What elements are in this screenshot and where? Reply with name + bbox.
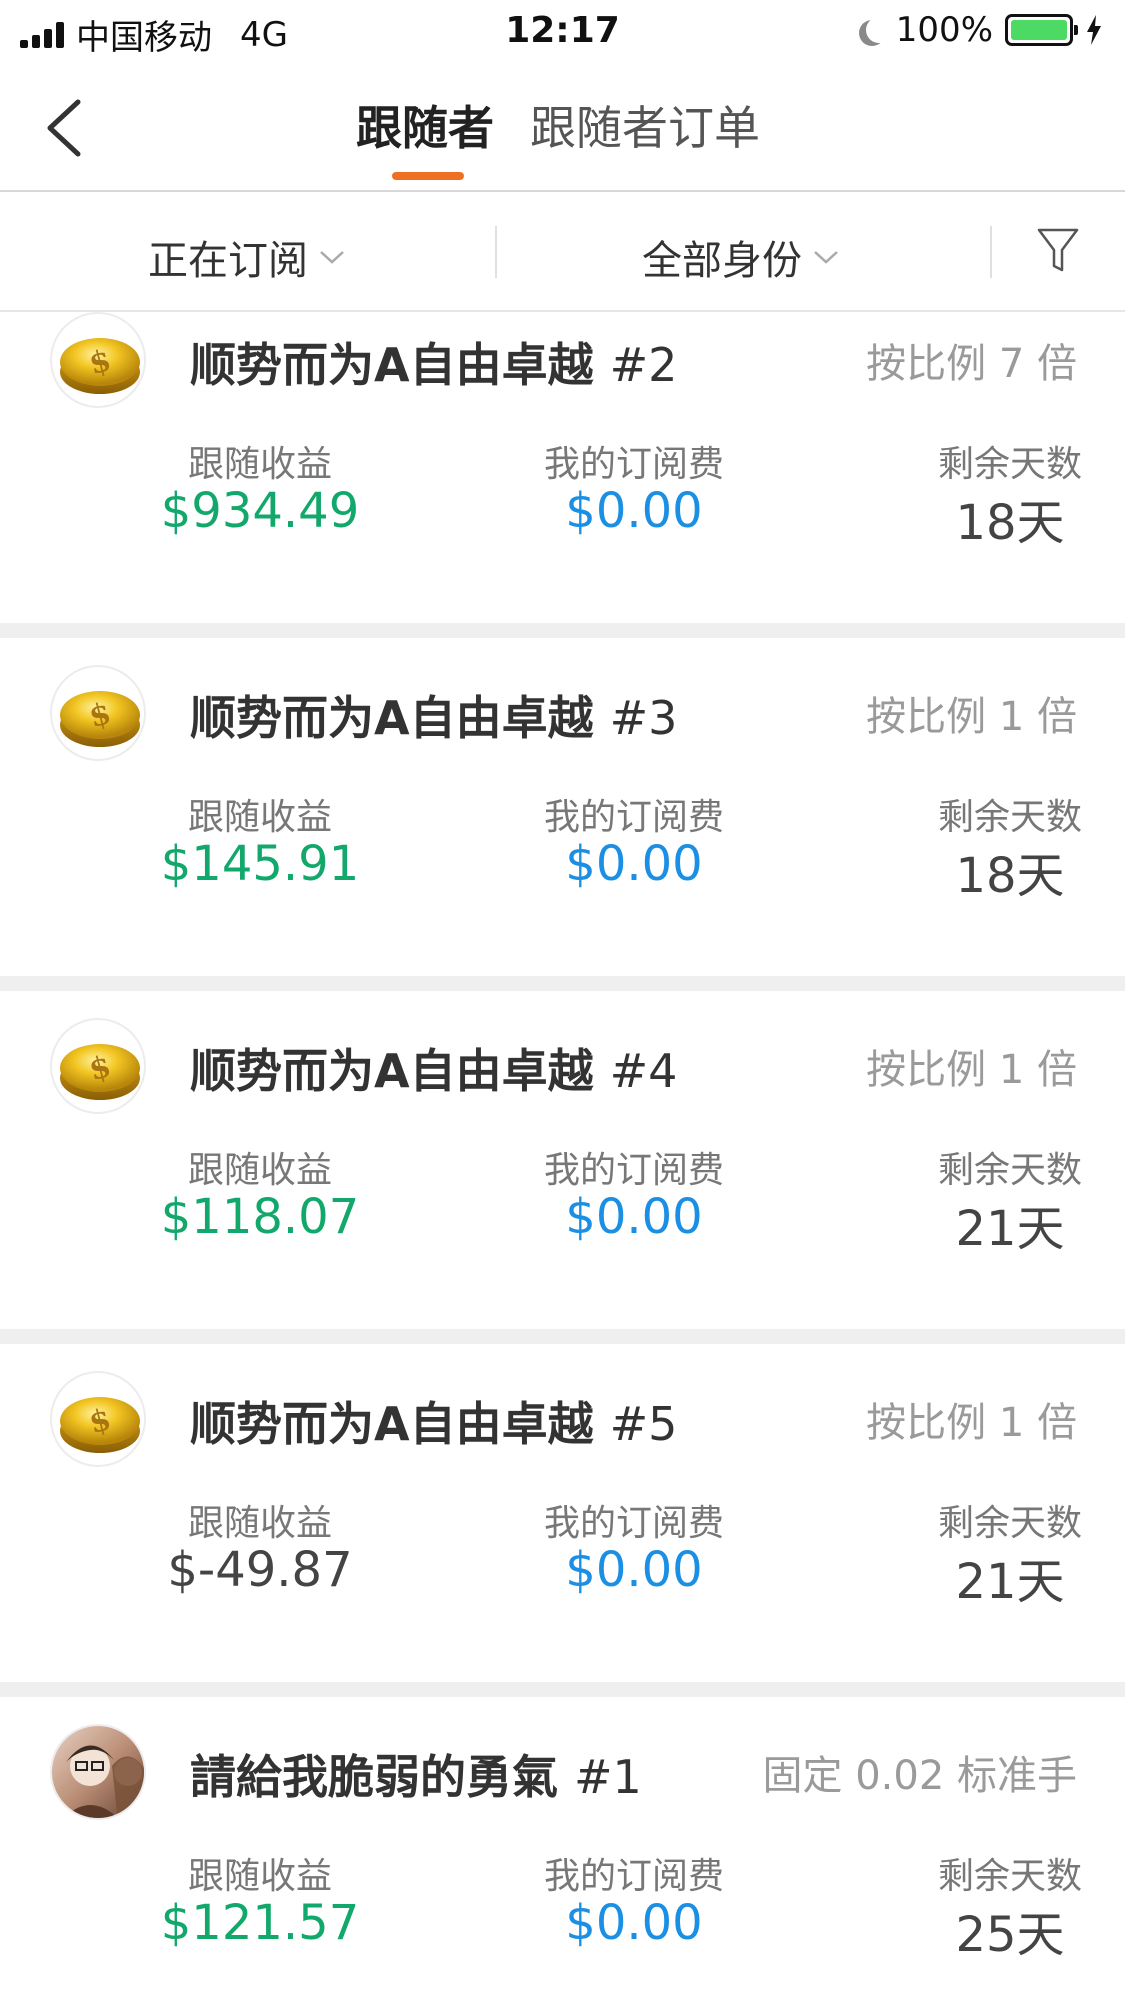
profit-value: $118.07 (160, 1189, 360, 1245)
profit-label: 跟随收益 (187, 1503, 332, 1544)
do-not-disturb-icon (866, 17, 892, 43)
filter-divider (495, 226, 497, 278)
follower-number: #4 (609, 1044, 678, 1098)
subscription-filter-label: 正在订阅 (148, 238, 308, 284)
days-label: 剩余天数 (937, 1150, 1082, 1191)
follower-card[interactable]: $ 顺势而为A自由卓越 #5 按比例 1 倍 跟随收益 我的订阅费 剩余天数 $-… (0, 1344, 1125, 1682)
chevron-down-icon (320, 251, 344, 264)
filter-funnel-icon[interactable] (1036, 226, 1080, 276)
days-value: 18天 (955, 495, 1065, 551)
fee-value: $0.00 (565, 483, 703, 539)
follower-name: 請給我脆弱的勇氣 #1 (190, 1750, 642, 1804)
active-tab-indicator (392, 172, 464, 180)
battery-icon (1005, 14, 1078, 46)
identity-filter-label: 全部身份 (642, 238, 802, 284)
filter-divider (990, 226, 992, 278)
fee-label: 我的订阅费 (543, 444, 724, 485)
copy-ratio: 按比例 1 倍 (866, 1047, 1077, 1093)
profit-value: $121.57 (160, 1895, 360, 1951)
follower-name: 顺势而为A自由卓越 #2 (190, 338, 678, 392)
back-arrow-icon[interactable] (38, 96, 98, 160)
days-value: 18天 (955, 848, 1065, 904)
fee-label: 我的订阅费 (543, 1856, 724, 1897)
follower-card[interactable]: 請給我脆弱的勇氣 #1 固定 0.02 标准手 跟随收益 我的订阅费 剩余天数 $… (0, 1697, 1125, 2001)
follower-name: 顺势而为A自由卓越 #5 (190, 1397, 678, 1451)
follower-card[interactable]: $ 顺势而为A自由卓越 #4 按比例 1 倍 跟随收益 我的订阅费 剩余天数 $1… (0, 991, 1125, 1329)
fee-value: $0.00 (565, 836, 703, 892)
profit-label: 跟随收益 (187, 1150, 332, 1191)
profit-label: 跟随收益 (187, 797, 332, 838)
charging-bolt-icon (1087, 15, 1101, 45)
identity-filter[interactable]: 全部身份 (642, 228, 840, 286)
status-bar: 中国移动 4G 12:17 100% (0, 0, 1125, 64)
fee-value: $0.00 (565, 1895, 703, 1951)
days-value: 21天 (955, 1554, 1065, 1610)
follower-card[interactable]: $ 顺势而为A自由卓越 #3 按比例 1 倍 跟随收益 我的订阅费 剩余天数 $1… (0, 638, 1125, 976)
copy-ratio: 按比例 1 倍 (866, 694, 1077, 740)
profit-label: 跟随收益 (187, 444, 332, 485)
gold-coin-avatar: $ (50, 665, 146, 761)
copy-ratio: 按比例 1 倍 (866, 1400, 1077, 1446)
days-value: 25天 (955, 1907, 1065, 1963)
tab-follower-orders[interactable]: 跟随者订单 (530, 92, 760, 158)
fee-label: 我的订阅费 (543, 1150, 724, 1191)
profit-label: 跟随收益 (187, 1856, 332, 1897)
follower-name: 顺势而为A自由卓越 #4 (190, 1044, 678, 1098)
copy-ratio: 按比例 7 倍 (866, 341, 1077, 387)
chevron-down-icon (814, 251, 838, 264)
subscription-filter[interactable]: 正在订阅 (148, 228, 346, 286)
copy-ratio: 固定 0.02 标准手 (762, 1753, 1078, 1799)
days-label: 剩余天数 (937, 1503, 1082, 1544)
follower-number: #1 (574, 1750, 642, 1804)
days-label: 剩余天数 (937, 1856, 1082, 1897)
follower-card[interactable]: $ 顺势而为A自由卓越 #2 按比例 7 倍 跟随收益 我的订阅费 剩余天数 $9… (0, 312, 1125, 623)
days-value: 21天 (955, 1201, 1065, 1257)
days-label: 剩余天数 (937, 444, 1082, 485)
profit-value: $934.49 (160, 483, 360, 539)
tab-followers[interactable]: 跟随者 (356, 92, 494, 158)
profit-value: $145.91 (160, 836, 360, 892)
fee-value: $0.00 (565, 1542, 703, 1598)
followers-list[interactable]: $ 顺势而为A自由卓越 #2 按比例 7 倍 跟随收益 我的订阅费 剩余天数 $9… (0, 312, 1125, 2001)
fee-value: $0.00 (565, 1189, 703, 1245)
nav-bar: 跟随者 跟随者订单 (0, 64, 1125, 192)
follower-number: #2 (609, 338, 678, 392)
fee-label: 我的订阅费 (543, 1503, 724, 1544)
follower-number: #5 (609, 1397, 678, 1451)
profit-value: $-49.87 (167, 1542, 353, 1598)
battery-percent: 100% (895, 10, 993, 50)
gold-coin-avatar: $ (50, 1018, 146, 1114)
filter-bar: 正在订阅 全部身份 (0, 192, 1125, 312)
follower-number: #3 (609, 691, 678, 745)
fee-label: 我的订阅费 (543, 797, 724, 838)
follower-name: 顺势而为A自由卓越 #3 (190, 691, 678, 745)
photo-avatar (50, 1724, 146, 1820)
days-label: 剩余天数 (937, 797, 1082, 838)
gold-coin-avatar: $ (50, 312, 146, 408)
gold-coin-avatar: $ (50, 1371, 146, 1467)
